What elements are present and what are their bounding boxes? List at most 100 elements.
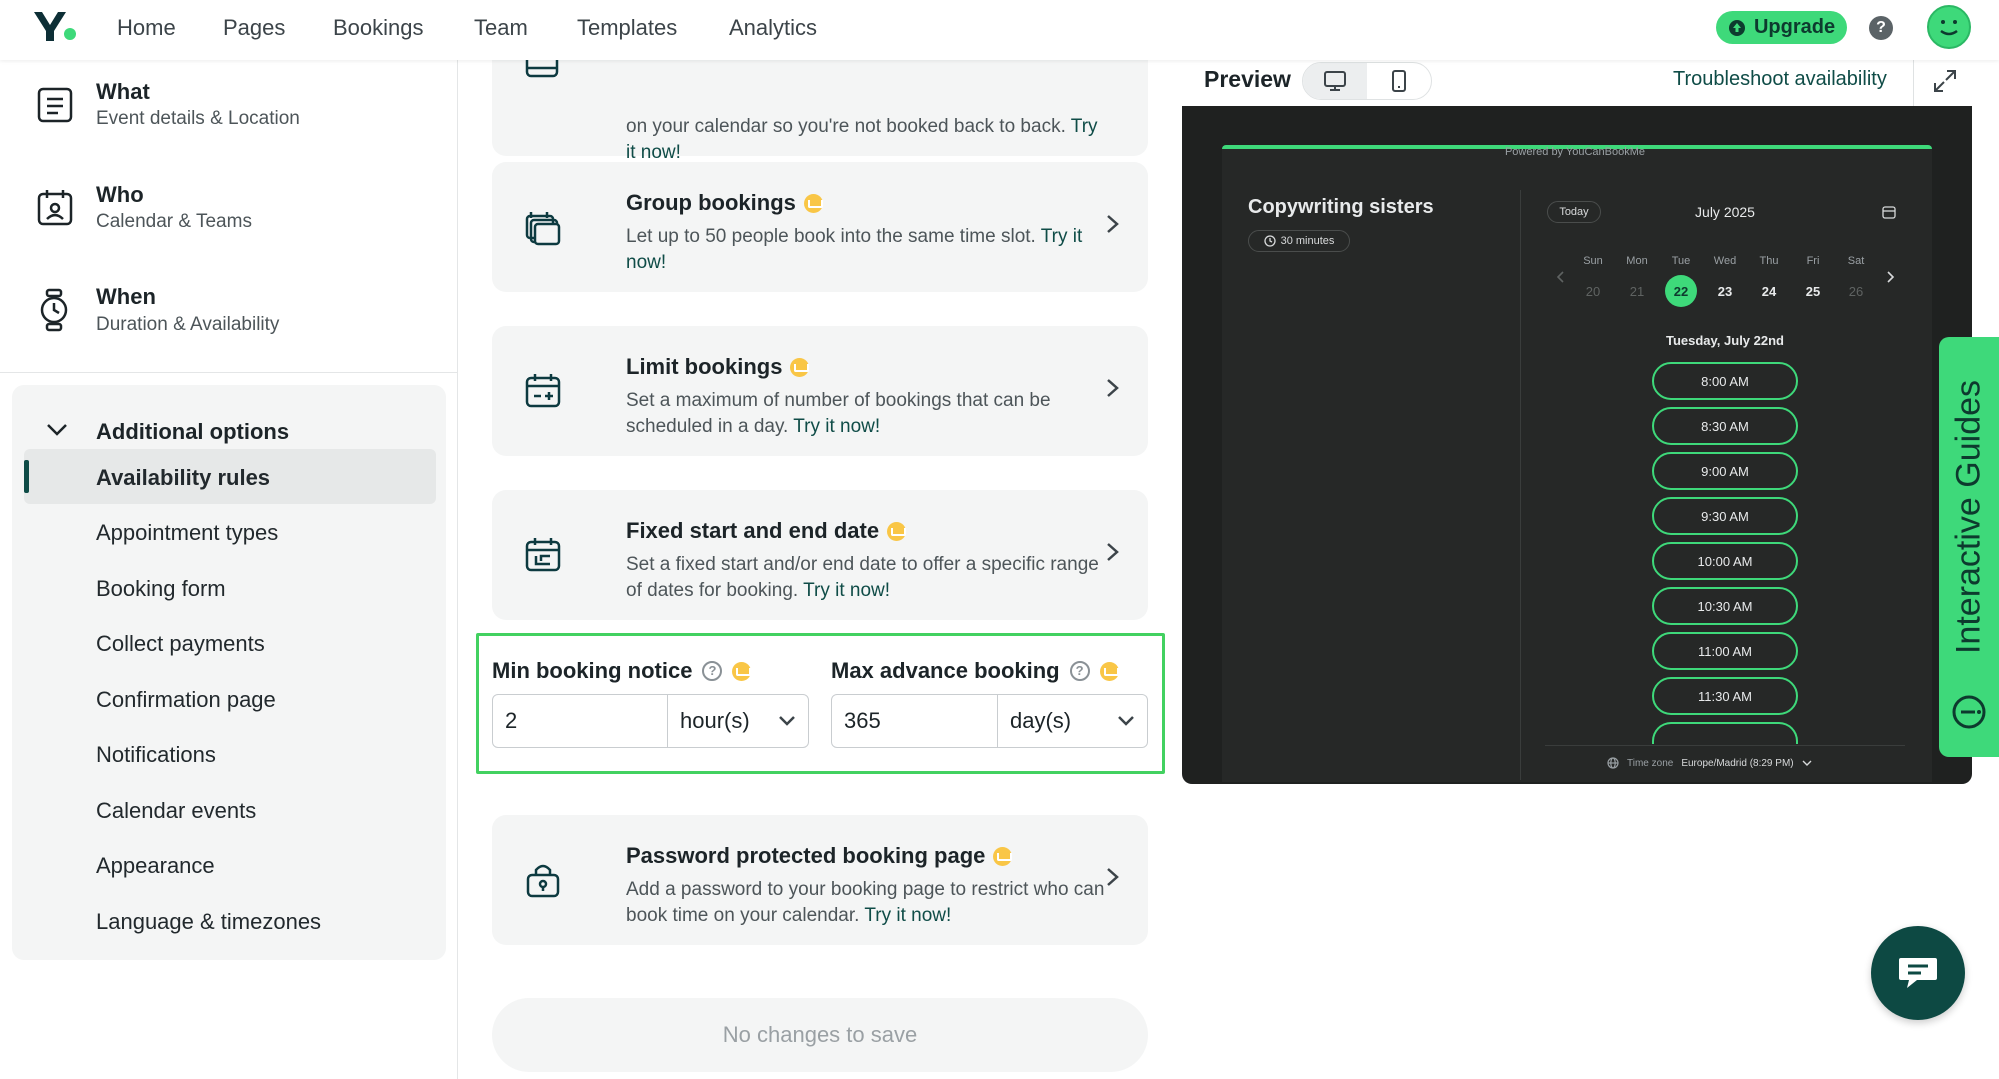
sidebar-item-appointment-types[interactable]: Appointment types bbox=[96, 520, 278, 546]
additional-options-title[interactable]: Additional options bbox=[96, 419, 289, 445]
powered-by-label: Powered by YouCanBookMe bbox=[1504, 146, 1646, 158]
time-slot[interactable]: 8:00 AM bbox=[1652, 362, 1798, 400]
mobile-view-button[interactable] bbox=[1367, 63, 1431, 99]
calendar-plus-icon bbox=[525, 374, 561, 408]
time-slot[interactable]: 8:30 AM bbox=[1652, 407, 1798, 445]
sidebar-section-when[interactable]: When Duration & Availability bbox=[0, 264, 458, 368]
device-toggle bbox=[1302, 62, 1432, 100]
phone-icon bbox=[1392, 70, 1406, 92]
preview-title: Preview bbox=[1204, 66, 1291, 92]
try-it-now-link[interactable]: Try it now! bbox=[803, 580, 890, 601]
timezone-selector[interactable]: Time zone Europe/Madrid (8:29 PM) bbox=[1607, 757, 1812, 769]
calendar-icon[interactable] bbox=[1882, 205, 1896, 219]
timezone-label: Time zone bbox=[1627, 757, 1674, 769]
calendar-day-selected[interactable]: 22 bbox=[1665, 275, 1697, 307]
nav-team[interactable]: Team bbox=[474, 15, 528, 41]
nav-home[interactable]: Home bbox=[117, 15, 176, 41]
chevron-down-icon bbox=[1118, 716, 1134, 726]
today-button[interactable]: Today bbox=[1547, 201, 1601, 223]
sidebar-item-notifications[interactable]: Notifications bbox=[96, 742, 216, 768]
chevron-left-icon[interactable] bbox=[1555, 270, 1565, 284]
timezone-value: Europe/Madrid (8:29 PM) bbox=[1681, 757, 1794, 769]
card-description: Set a fixed start and/or end date to off… bbox=[626, 554, 1099, 601]
min-booking-notice-input[interactable]: 2 bbox=[493, 695, 668, 747]
card-description: Let up to 50 people book into the same t… bbox=[626, 226, 1083, 273]
card-description: Add a password to your booking page to r… bbox=[626, 879, 1105, 926]
settings-sidebar: What Event details & Location Who Calend… bbox=[0, 60, 458, 1079]
duration-badge: 30 minutes bbox=[1248, 230, 1350, 252]
sidebar-item-availability-rules[interactable]: Availability rules bbox=[96, 465, 270, 491]
help-circle-icon[interactable]: ? bbox=[1069, 661, 1090, 681]
limit-bookings-card[interactable]: Limit bookings Set a maximum of number o… bbox=[492, 326, 1148, 456]
time-slot[interactable]: 11:30 AM bbox=[1652, 677, 1798, 715]
chevron-right-icon[interactable] bbox=[1886, 270, 1896, 284]
time-slot[interactable]: 9:00 AM bbox=[1652, 452, 1798, 490]
calendar-icon bbox=[525, 60, 559, 78]
calendar-day[interactable]: 24 bbox=[1753, 275, 1785, 307]
premium-crown-icon bbox=[790, 357, 810, 377]
card-description: Set a maximum of number of bookings that… bbox=[626, 390, 1051, 437]
preview-column-divider bbox=[1520, 190, 1521, 780]
desktop-view-button[interactable] bbox=[1303, 63, 1367, 99]
calendar-day: 21 bbox=[1629, 283, 1645, 299]
min-booking-notice-label: Min booking notice? bbox=[492, 658, 752, 684]
save-button[interactable]: No changes to save bbox=[492, 998, 1148, 1072]
sidebar-item-booking-form[interactable]: Booking form bbox=[96, 576, 226, 602]
try-it-now-link[interactable]: Try it now! bbox=[793, 416, 880, 437]
max-advance-booking-label: Max advance booking? bbox=[831, 658, 1119, 684]
calendar-day[interactable]: 25 bbox=[1797, 275, 1829, 307]
sidebar-section-title: When bbox=[96, 284, 156, 309]
try-it-now-link[interactable]: Try it now! bbox=[864, 905, 951, 926]
nav-bookings[interactable]: Bookings bbox=[333, 15, 424, 41]
buffer-card[interactable]: on your calendar so you're not booked ba… bbox=[492, 60, 1148, 163]
chevron-down-icon[interactable] bbox=[46, 423, 68, 437]
weekday-label: Sun bbox=[1583, 255, 1603, 267]
card-description: on your calendar so you're not booked ba… bbox=[626, 116, 1098, 163]
time-slot[interactable]: 9:30 AM bbox=[1652, 497, 1798, 535]
max-advance-booking-input[interactable]: 365 bbox=[832, 695, 998, 747]
upgrade-button[interactable]: Upgrade bbox=[1716, 11, 1847, 44]
password-protected-card[interactable]: Password protected booking page Add a pa… bbox=[492, 815, 1148, 945]
sidebar-section-who[interactable]: Who Calendar & Teams bbox=[0, 160, 458, 264]
header-divider bbox=[1913, 60, 1914, 106]
time-slot[interactable]: 11:00 AM bbox=[1652, 632, 1798, 670]
interactive-guides-label: Interactive Guides bbox=[1949, 379, 1988, 655]
time-slot-partial bbox=[1652, 722, 1798, 744]
youcanbookme-logo[interactable] bbox=[32, 8, 78, 44]
nav-templates[interactable]: Templates bbox=[577, 15, 677, 41]
group-bookings-card[interactable]: Group bookings Let up to 50 people book … bbox=[492, 162, 1148, 292]
user-avatar[interactable] bbox=[1927, 5, 1971, 49]
sidebar-item-confirmation-page[interactable]: Confirmation page bbox=[96, 687, 276, 713]
sidebar-item-collect-payments[interactable]: Collect payments bbox=[96, 631, 265, 657]
watch-icon bbox=[40, 288, 68, 332]
weekday-label: Sat bbox=[1847, 255, 1865, 267]
calendar-day[interactable]: 23 bbox=[1709, 275, 1741, 307]
max-advance-booking-unit-select[interactable]: day(s) bbox=[998, 695, 1147, 747]
chevron-down-icon bbox=[779, 716, 795, 726]
active-item-indicator bbox=[24, 460, 29, 493]
upgrade-label: Upgrade bbox=[1753, 16, 1836, 38]
sidebar-section-title: What bbox=[96, 79, 150, 104]
time-slot[interactable]: 10:30 AM bbox=[1652, 587, 1798, 625]
time-slot[interactable]: 10:00 AM bbox=[1652, 542, 1798, 580]
monitor-icon bbox=[1324, 71, 1346, 91]
chat-support-button[interactable] bbox=[1871, 926, 1965, 1020]
expand-icon[interactable] bbox=[1932, 68, 1958, 94]
min-booking-notice-unit-select[interactable]: hour(s) bbox=[668, 695, 808, 747]
fixed-date-card[interactable]: Fixed start and end date Set a fixed sta… bbox=[492, 490, 1148, 620]
help-icon[interactable]: ? bbox=[1869, 16, 1893, 40]
nav-analytics[interactable]: Analytics bbox=[729, 15, 817, 41]
help-circle-icon[interactable]: ? bbox=[702, 661, 723, 681]
sidebar-item-calendar-events[interactable]: Calendar events bbox=[96, 798, 256, 824]
troubleshoot-availability-link[interactable]: Troubleshoot availability bbox=[1673, 68, 1887, 91]
chevron-right-icon bbox=[1107, 543, 1119, 561]
sidebar-item-language-timezones[interactable]: Language & timezones bbox=[96, 909, 321, 935]
interactive-guides-tab[interactable]: Interactive Guides bbox=[1939, 337, 1999, 757]
card-title: Fixed start and end date bbox=[626, 518, 907, 544]
preview-footer-divider bbox=[1545, 745, 1905, 746]
chat-bubble-icon bbox=[1899, 958, 1937, 988]
sidebar-section-what[interactable]: What Event details & Location bbox=[0, 60, 458, 160]
sidebar-item-appearance[interactable]: Appearance bbox=[96, 853, 215, 879]
chevron-down-icon bbox=[1802, 760, 1812, 766]
nav-pages[interactable]: Pages bbox=[223, 15, 285, 41]
